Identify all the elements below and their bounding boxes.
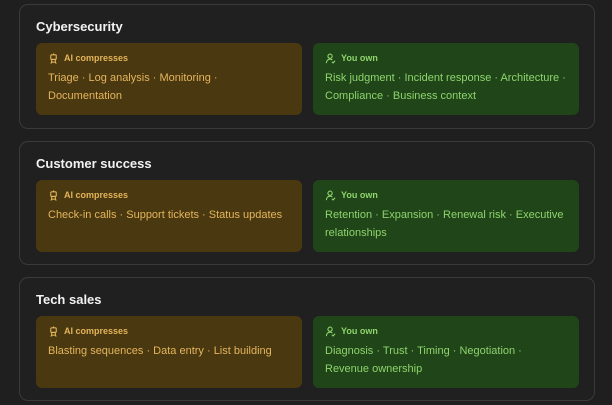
ai-compresses-box: AI compresses Triage · Log analysis · Mo… bbox=[36, 43, 302, 115]
you-own-header: You own bbox=[325, 51, 567, 65]
section-card-customer-success: Customer success AI compresses Check-in … bbox=[19, 141, 595, 265]
section-card-cybersecurity: Cybersecurity AI compresses Triage · Log… bbox=[19, 4, 595, 129]
ai-compresses-box: AI compresses Check-in calls · Support t… bbox=[36, 180, 302, 252]
ai-compresses-label: AI compresses bbox=[64, 326, 129, 336]
you-own-label: You own bbox=[341, 326, 378, 336]
ai-compresses-text: Check-in calls · Support tickets · Statu… bbox=[48, 209, 283, 221]
you-own-header: You own bbox=[325, 324, 567, 338]
you-own-box: You own Diagnosis · Trust · Timing · Neg… bbox=[313, 316, 579, 388]
user-icon bbox=[325, 53, 336, 64]
section-title: Tech sales bbox=[36, 292, 102, 307]
ai-compresses-label: AI compresses bbox=[64, 190, 129, 200]
you-own-text: Diagnosis · Trust · Timing · Negotiation… bbox=[325, 345, 522, 375]
section-card-tech-sales: Tech sales AI compresses Blasting sequen… bbox=[19, 277, 595, 401]
robot-icon bbox=[50, 189, 57, 201]
user-icon bbox=[325, 190, 336, 201]
you-own-box: You own Retention · Expansion · Renewal … bbox=[313, 180, 579, 252]
page: Cybersecurity AI compresses Triage · Log… bbox=[0, 0, 612, 405]
ai-compresses-header: AI compresses bbox=[48, 324, 290, 338]
you-own-label: You own bbox=[341, 53, 378, 63]
ai-compresses-header: AI compresses bbox=[48, 51, 290, 65]
section-title: Cybersecurity bbox=[36, 19, 123, 34]
robot-icon bbox=[50, 325, 57, 337]
user-icon bbox=[325, 326, 336, 337]
you-own-text: Risk judgment · Incident response · Arch… bbox=[325, 72, 566, 102]
ai-compresses-text: Blasting sequences · Data entry · List b… bbox=[48, 345, 272, 357]
ai-compresses-box: AI compresses Blasting sequences · Data … bbox=[36, 316, 302, 388]
ai-compresses-header: AI compresses bbox=[48, 188, 290, 202]
section-title: Customer success bbox=[36, 156, 152, 171]
robot-icon bbox=[50, 52, 57, 64]
ai-compresses-text: Triage · Log analysis · Monitoring · Doc… bbox=[48, 72, 218, 102]
you-own-text: Retention · Expansion · Renewal risk · E… bbox=[325, 209, 564, 239]
you-own-label: You own bbox=[341, 190, 378, 200]
you-own-box: You own Risk judgment · Incident respons… bbox=[313, 43, 579, 115]
ai-compresses-label: AI compresses bbox=[64, 53, 129, 63]
you-own-header: You own bbox=[325, 188, 567, 202]
